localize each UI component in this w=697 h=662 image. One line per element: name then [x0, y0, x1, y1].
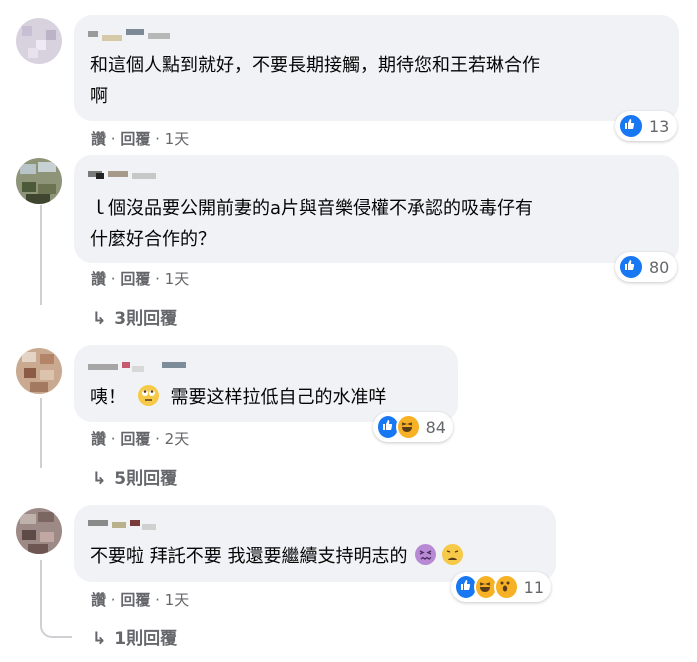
reply-button[interactable]: 回覆 [120, 270, 150, 288]
thread-line [40, 205, 42, 305]
comment-actions: 讚 · 回覆 · 1天 [91, 130, 190, 148]
reply-arrow-icon: ↳ [92, 469, 107, 489]
like-button[interactable]: 讚 [91, 130, 106, 148]
like-button[interactable]: 讚 [91, 591, 106, 609]
reply-button[interactable]: 回覆 [120, 130, 150, 148]
comment-actions: 讚 · 回覆 · 1天 [91, 270, 190, 288]
comment-actions: 讚 · 回覆 · 2天 [91, 430, 190, 448]
reply-button[interactable]: 回覆 [120, 591, 150, 609]
reaction-summary[interactable]: 11 [451, 572, 551, 602]
weary-emoji-icon [441, 544, 463, 565]
commenter-name[interactable] [88, 358, 192, 372]
reply-button[interactable]: 回覆 [120, 430, 150, 448]
commenter-name[interactable] [88, 167, 164, 181]
like-button[interactable]: 讚 [91, 270, 106, 288]
avatar[interactable] [16, 348, 62, 394]
rolling-eyes-emoji-icon [137, 385, 159, 406]
thread-line [40, 398, 42, 468]
confounded-emoji-icon [415, 544, 437, 565]
view-replies-link[interactable]: ↳ 1則回覆 [92, 624, 177, 649]
view-replies-link[interactable]: ↳ 5則回覆 [92, 464, 177, 489]
comment-time[interactable]: 1天 [165, 591, 190, 609]
comment-text: 和這個人點到就好，不要長期接觸，期待您和王若琳合作 啊 [90, 55, 540, 107]
reply-arrow-icon: ↳ [92, 629, 107, 649]
view-replies-link[interactable]: ↳ 3則回覆 [92, 304, 177, 329]
comment-time[interactable]: 2天 [165, 430, 190, 448]
wow-icon [494, 574, 519, 600]
like-icon [618, 254, 644, 280]
avatar[interactable] [16, 158, 62, 204]
haha-icon [396, 414, 421, 440]
like-button[interactable]: 讚 [91, 430, 106, 448]
comment-time[interactable]: 1天 [165, 270, 190, 288]
reaction-summary[interactable]: 84 [373, 412, 453, 442]
reply-arrow-icon: ↳ [92, 309, 107, 329]
comment-text: ｌ個沒品要公開前妻的a片與音樂侵權不承認的吸毒仔有 什麼好合作的？ [90, 198, 534, 250]
commenter-name[interactable] [88, 27, 172, 41]
reaction-summary[interactable]: 13 [615, 111, 677, 141]
reaction-summary[interactable]: 80 [615, 252, 677, 282]
avatar[interactable] [16, 18, 62, 64]
like-icon [618, 113, 644, 139]
comment-text: 咦！ 需要这样拉低自己的水准咩 [90, 385, 387, 408]
avatar[interactable] [16, 508, 62, 554]
thread-connector [40, 560, 72, 638]
comment-time[interactable]: 1天 [165, 130, 190, 148]
comment-actions: 讚 · 回覆 · 1天 [91, 591, 190, 609]
commenter-name[interactable] [88, 516, 158, 530]
comment-text: 不要啦 拜託不要 我還要繼續支持明志的 [90, 541, 463, 572]
